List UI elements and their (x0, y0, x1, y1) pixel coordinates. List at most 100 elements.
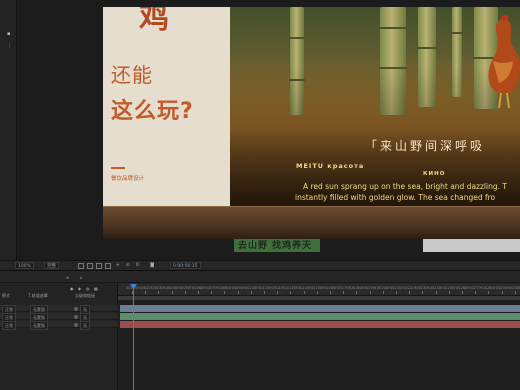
tab-menu-icon[interactable]: ≡ (66, 275, 69, 281)
rooster-image (488, 15, 520, 108)
transparency-icon[interactable] (96, 263, 102, 269)
ruler-label: 00090f (231, 286, 245, 290)
ruler-tick (145, 291, 147, 294)
poster-headline-line-2: 这么玩? (111, 99, 194, 124)
pick-whip-icon[interactable]: @ (74, 313, 78, 320)
poster-brand-subtitle: 餐饮品牌设计 (111, 176, 145, 182)
timeline-tab-bar: ≡ ⌕ (0, 271, 520, 283)
time-ruler[interactable]: 00010f00020f00030f00040f00050f00060f0007… (118, 283, 520, 296)
ruler-tick (448, 291, 450, 294)
poster-headline-line-1: 还能 (111, 63, 153, 87)
poster-description-line-1: A red sun sprang up on the sea, bright a… (303, 182, 507, 191)
pick-whip-icon[interactable]: @ (74, 305, 78, 312)
ruler-tick (198, 291, 199, 294)
ruler-tick (316, 291, 318, 294)
ruler-label: 00130f (284, 286, 298, 290)
ruler-label: 00210f (390, 286, 403, 290)
ruler-label: 00160f (324, 286, 337, 290)
ruler-tick (396, 291, 397, 294)
ruler-tick (224, 291, 226, 294)
poster-kino: КИНО (423, 171, 446, 177)
ruler-tick (409, 291, 411, 294)
timeline-tracks[interactable]: 00010f00020f00030f00040f00050f00060f0007… (118, 283, 520, 390)
ruler-label: 00270f (469, 286, 482, 290)
current-time[interactable]: 0:00:00:15 (170, 262, 201, 269)
ruler-tick (422, 291, 424, 294)
ruler-label: 00120f (271, 286, 284, 290)
ruler-label: 00190f (363, 286, 377, 290)
ruler-label: 00300f (508, 286, 520, 290)
graph-icon[interactable]: ▦ (94, 286, 98, 291)
resolution-dropdown[interactable]: 完整 (44, 262, 59, 269)
ruler-tick (184, 291, 186, 294)
ruler-label: 00180f (350, 286, 364, 290)
ruler-tick (211, 291, 213, 294)
ruler-label: 00040f (165, 286, 179, 290)
ruler-label: 00200f (376, 286, 390, 290)
layer-bar[interactable] (120, 321, 520, 328)
ruler-label: 00280f (482, 286, 496, 290)
ruler-label: 00050f (178, 286, 192, 290)
ruler-label: 00230f (416, 286, 430, 290)
mode-dropdown[interactable]: 正常 (2, 321, 16, 330)
region-icon[interactable] (87, 263, 93, 269)
mask-icon[interactable] (105, 263, 111, 269)
ruler-label: 00290f (495, 286, 509, 290)
ruler-tick (158, 291, 160, 294)
search-icon[interactable]: ⌕ (80, 275, 82, 281)
ruler-tick (290, 291, 292, 294)
ruler-label: 00070f (205, 286, 218, 290)
layer-bar[interactable] (120, 313, 520, 320)
lock-icon[interactable]: ◈ (78, 286, 81, 291)
ruler-tick (514, 291, 516, 294)
ruler-tick (382, 291, 384, 294)
ruler-label: 00030f (152, 286, 166, 290)
ruler-label: 00260f (456, 286, 469, 290)
header-mode: 模式 (2, 293, 10, 298)
layer-row[interactable]: 正常 无蒙版 @ 无 (0, 305, 118, 314)
channel-icon[interactable]: + (116, 262, 120, 269)
wooden-table (103, 207, 520, 239)
ruler-tick (369, 291, 371, 294)
ruler-tick (475, 291, 477, 294)
ruler-tick (462, 291, 463, 294)
reset-exposure-icon[interactable]: ⊙ (126, 262, 130, 269)
ruler-label: 00020f (139, 286, 152, 290)
sign-text: 去山野 找鸡养天 (238, 241, 313, 251)
ruler-tick (330, 291, 331, 294)
track-matte-dropdown[interactable]: 无蒙版 (30, 321, 48, 330)
ruler-label: 00220f (403, 286, 416, 290)
ruler-label: 00150f (310, 286, 324, 290)
work-area-bar[interactable] (118, 296, 520, 300)
parent-dropdown[interactable]: 无 (80, 321, 90, 330)
viewer-toolbar: 100% 完整 + ⊙ 0 ◙ 0:00:00:15 (0, 260, 520, 270)
composition-viewer[interactable]: 去山野 找鸡养天 鸡 还能 这么玩? 餐饮品牌设计 「来山野间深呼吸 MEITU… (17, 0, 520, 260)
layer-row[interactable]: 正常 无蒙版 @ 无 (0, 321, 118, 330)
camera-icon[interactable]: ◙ (150, 262, 154, 269)
poster-description-line-2: instantly filled with golden glow. The s… (295, 193, 496, 202)
zoom-dropdown[interactable]: 100% (15, 262, 34, 269)
layer-bar[interactable] (120, 305, 520, 312)
shy-icon[interactable]: ◍ (86, 286, 90, 291)
ruler-tick (501, 291, 503, 294)
ruler-label: 00110f (258, 286, 271, 290)
folder-icon[interactable]: ▪ (7, 32, 10, 37)
ruler-label: 00170f (337, 286, 350, 290)
project-panel: ▪ ⋮ (0, 0, 17, 260)
timeline-panel: ≡ ⌕ 模式 T 轨道遮罩 父级和链接 ◉ ◈ ◍ ▦ 正常 无蒙版 @ 无 正… (0, 270, 520, 390)
exposure-value[interactable]: 0 (136, 262, 139, 269)
header-parent: 父级和链接 (75, 293, 95, 298)
ruler-tick (171, 291, 173, 294)
layer-row[interactable]: 正常 无蒙版 @ 无 (0, 313, 118, 322)
ruler-tick (250, 291, 252, 294)
ruler-label: 00140f (297, 286, 311, 290)
poster-meitu-line: MEITU красота (296, 162, 365, 170)
ruler-tick (237, 291, 239, 294)
solo-icon[interactable]: ◉ (70, 286, 74, 291)
pick-whip-icon[interactable]: @ (74, 321, 78, 328)
ruler-tick (264, 291, 265, 294)
poster-big-character: 鸡 (139, 7, 171, 36)
grid-icon[interactable]: ⋮ (7, 44, 12, 49)
playhead-line[interactable] (133, 284, 134, 390)
grid-icon[interactable] (78, 263, 84, 269)
